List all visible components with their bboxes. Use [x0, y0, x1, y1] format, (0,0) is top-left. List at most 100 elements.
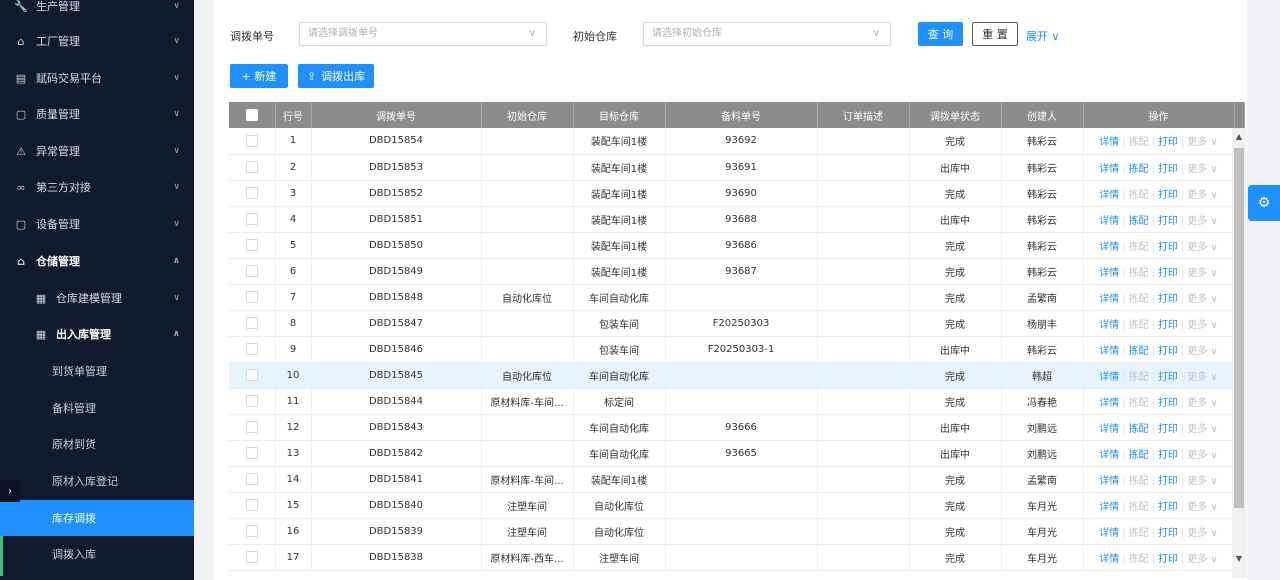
- detail-link[interactable]: 详情: [1099, 164, 1119, 175]
- row-checkbox[interactable]: [245, 187, 258, 199]
- detail-link[interactable]: 详情: [1099, 450, 1119, 461]
- match-link[interactable]: 拣配: [1129, 398, 1149, 409]
- sidebar-item-prep[interactable]: 备料管理: [0, 390, 194, 426]
- row-checkbox[interactable]: [245, 239, 258, 251]
- detail-link[interactable]: 详情: [1099, 137, 1119, 148]
- print-link[interactable]: 打印: [1158, 450, 1178, 461]
- print-link[interactable]: 打印: [1158, 528, 1178, 539]
- table-row[interactable]: 13 DBD15842 车间自动化库 93665 出库中 刘鹏远 详情 | 拣配 | 打印 | 更多 ∨: [229, 440, 1245, 467]
- table-row[interactable]: 8 DBD15847 包装车间 F20250303 完成 杨朋丰 详情 | 拣配 | 打印 | 更多 ∨: [229, 310, 1245, 337]
- sidebar-item-arrival[interactable]: 到货单管理: [0, 353, 194, 389]
- sidebar-item-raw-inbound[interactable]: 原材入库登记: [0, 463, 194, 499]
- row-select-cell[interactable]: [229, 128, 276, 155]
- match-link[interactable]: 拣配: [1129, 137, 1149, 148]
- more-link[interactable]: 更多 ∨: [1187, 554, 1218, 565]
- match-link[interactable]: 拣配: [1129, 190, 1149, 201]
- more-link[interactable]: 更多 ∨: [1187, 346, 1218, 357]
- table-row[interactable]: 9 DBD15846 包装车间 F20250303-1 出库中 韩彩云 详情 | 拣配 | 打印 | 更…: [229, 336, 1245, 363]
- sidebar-collapse-button[interactable]: ›: [0, 480, 20, 502]
- more-link[interactable]: 更多 ∨: [1187, 137, 1218, 148]
- match-link[interactable]: 拣配: [1129, 346, 1149, 357]
- sidebar-item-stock-transfer[interactable]: 库存调拨: [0, 500, 194, 536]
- row-checkbox[interactable]: [245, 421, 258, 433]
- scroll-thumb[interactable]: [1234, 148, 1244, 508]
- sidebar-item-warehouse[interactable]: ⌂ 仓储管理 ∧: [0, 243, 194, 279]
- row-checkbox[interactable]: [245, 499, 258, 511]
- sidebar-item-exception[interactable]: ⚠ 异常管理 ∨: [0, 133, 194, 169]
- table-row[interactable]: 1 DBD15854 装配车间1楼 93692 完成 韩彩云 详情 | 拣配 | 打印 | 更多 ∨: [229, 128, 1245, 155]
- print-link[interactable]: 打印: [1158, 424, 1178, 435]
- detail-link[interactable]: 详情: [1099, 320, 1119, 331]
- transfer-no-select[interactable]: 请选择调拨单号 ∨: [299, 22, 547, 46]
- more-link[interactable]: 更多 ∨: [1187, 164, 1218, 175]
- row-checkbox[interactable]: [245, 161, 258, 173]
- row-checkbox[interactable]: [245, 551, 258, 563]
- row-select-cell[interactable]: [229, 362, 276, 389]
- match-link[interactable]: 拣配: [1129, 216, 1149, 227]
- more-link[interactable]: 更多 ∨: [1187, 294, 1218, 305]
- table-row[interactable]: 4 DBD15851 装配车间1楼 93688 出库中 韩彩云 详情 | 拣配 | 打印 | 更多 ∨: [229, 206, 1245, 233]
- more-link[interactable]: 更多 ∨: [1187, 320, 1218, 331]
- table-row[interactable]: 10 DBD15845 自动化库位 车间自动化库 完成 韩超 详情 | 拣配 | 打印 | 更多 ∨: [229, 362, 1245, 389]
- sidebar-item-transfer-inbound[interactable]: 调拨入库: [0, 536, 194, 572]
- settings-button[interactable]: ⚙: [1248, 185, 1280, 221]
- print-link[interactable]: 打印: [1158, 502, 1178, 513]
- scroll-up-icon[interactable]: ▲: [1232, 132, 1246, 141]
- more-link[interactable]: 更多 ∨: [1187, 476, 1218, 487]
- row-checkbox[interactable]: [245, 291, 258, 303]
- print-link[interactable]: 打印: [1158, 398, 1178, 409]
- more-link[interactable]: 更多 ∨: [1187, 398, 1218, 409]
- print-link[interactable]: 打印: [1158, 320, 1178, 331]
- print-link[interactable]: 打印: [1158, 242, 1178, 253]
- table-row[interactable]: 11 DBD15844 原材料库-车间... 标定间 完成 冯春艳 详情 | 拣配 | 打印 | 更多 …: [229, 388, 1245, 415]
- table-row[interactable]: 16 DBD15839 注塑车间 自动化库位 完成 车月光 详情 | 拣配 | 打印 | 更多 ∨: [229, 518, 1245, 545]
- match-link[interactable]: 拣配: [1129, 268, 1149, 279]
- table-row[interactable]: 12 DBD15843 车间自动化库 93666 出库中 刘鹏远 详情 | 拣配 | 打印 | 更多 ∨: [229, 414, 1245, 441]
- detail-link[interactable]: 详情: [1099, 346, 1119, 357]
- detail-link[interactable]: 详情: [1099, 190, 1119, 201]
- more-link[interactable]: 更多 ∨: [1187, 268, 1218, 279]
- match-link[interactable]: 拣配: [1129, 554, 1149, 565]
- detail-link[interactable]: 详情: [1099, 528, 1119, 539]
- table-row[interactable]: 7 DBD15848 自动化库位 车间自动化库 完成 孟繁南 详情 | 拣配 | 打印 | 更多 ∨: [229, 284, 1245, 311]
- table-row[interactable]: 5 DBD15850 装配车间1楼 93686 完成 韩彩云 详情 | 拣配 | 打印 | 更多 ∨: [229, 232, 1245, 259]
- query-button[interactable]: 查 询: [918, 22, 963, 46]
- print-link[interactable]: 打印: [1158, 346, 1178, 357]
- detail-link[interactable]: 详情: [1099, 476, 1119, 487]
- detail-link[interactable]: 详情: [1099, 424, 1119, 435]
- row-select-cell[interactable]: [229, 518, 276, 545]
- match-link[interactable]: 拣配: [1129, 476, 1149, 487]
- sidebar-item-production[interactable]: 🔧 生产管理 ∨: [0, 0, 194, 24]
- more-link[interactable]: 更多 ∨: [1187, 372, 1218, 383]
- row-select-cell[interactable]: [229, 180, 276, 207]
- print-link[interactable]: 打印: [1158, 190, 1178, 201]
- print-link[interactable]: 打印: [1158, 554, 1178, 565]
- row-checkbox[interactable]: [245, 265, 258, 277]
- sidebar-item-third-party[interactable]: ∞ 第三方对接 ∨: [0, 169, 194, 205]
- detail-link[interactable]: 详情: [1099, 216, 1119, 227]
- match-link[interactable]: 拣配: [1129, 502, 1149, 513]
- print-link[interactable]: 打印: [1158, 164, 1178, 175]
- match-link[interactable]: 拣配: [1129, 164, 1149, 175]
- detail-link[interactable]: 详情: [1099, 398, 1119, 409]
- table-row[interactable]: 2 DBD15853 装配车间1楼 93691 出库中 韩彩云 详情 | 拣配 | 打印 | 更多 ∨: [229, 154, 1245, 181]
- new-button[interactable]: + 新建: [230, 64, 288, 88]
- table-row[interactable]: 17 DBD15838 原材料库-西车... 注塑车间 完成 车月光 详情 | 拣配 | 打印 | 更多…: [229, 544, 1245, 571]
- row-select-cell[interactable]: [229, 206, 276, 233]
- match-link[interactable]: 拣配: [1129, 242, 1149, 253]
- reset-button[interactable]: 重 置: [972, 22, 1018, 46]
- print-link[interactable]: 打印: [1158, 268, 1178, 279]
- expand-link[interactable]: 展开 ∨: [1026, 28, 1060, 44]
- row-checkbox[interactable]: [245, 213, 258, 225]
- warehouse-select[interactable]: 请选择初始仓库 ∨: [643, 22, 891, 46]
- row-checkbox[interactable]: [245, 343, 258, 355]
- table-row[interactable]: 6 DBD15849 装配车间1楼 93687 完成 韩彩云 详情 | 拣配 | 打印 | 更多 ∨: [229, 258, 1245, 285]
- detail-link[interactable]: 详情: [1099, 242, 1119, 253]
- row-checkbox[interactable]: [245, 395, 258, 407]
- row-checkbox[interactable]: [245, 369, 258, 381]
- more-link[interactable]: 更多 ∨: [1187, 528, 1218, 539]
- row-select-cell[interactable]: [229, 414, 276, 441]
- match-link[interactable]: 拣配: [1129, 294, 1149, 305]
- sidebar-item-coding-platform[interactable]: ▤ 赋码交易平台 ∨: [0, 60, 194, 96]
- row-select-cell[interactable]: [229, 336, 276, 363]
